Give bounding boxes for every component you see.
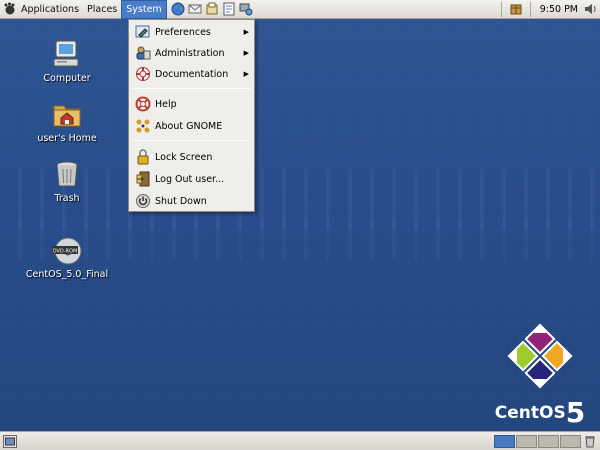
panel-separator bbox=[500, 1, 502, 17]
menu-item-preferences[interactable]: Preferences ▶ bbox=[129, 22, 254, 42]
help-icon bbox=[135, 96, 151, 112]
logout-icon bbox=[136, 171, 150, 187]
lock-icon bbox=[137, 149, 149, 165]
submenu-arrow-icon: ▶ bbox=[243, 70, 249, 78]
administration-icon bbox=[136, 46, 151, 60]
menu-separator bbox=[133, 88, 250, 89]
preferences-icon bbox=[135, 25, 150, 38]
menu-item-label: Log Out user... bbox=[155, 173, 225, 185]
menu-applications[interactable]: Applications bbox=[17, 0, 83, 19]
workspace-switcher bbox=[494, 434, 581, 448]
menu-item-label: Lock Screen bbox=[155, 151, 213, 163]
menu-item-shut-down[interactable]: Shut Down bbox=[129, 191, 254, 211]
desktop-icon-label: Computer bbox=[43, 73, 91, 84]
gnome-icon bbox=[136, 119, 150, 133]
submenu-arrow-icon: ▶ bbox=[243, 28, 249, 36]
show-desktop-icon[interactable] bbox=[3, 434, 17, 448]
centos-logo-mark bbox=[507, 323, 573, 389]
shutdown-icon bbox=[136, 194, 150, 208]
desktop-icon-label: Trash bbox=[54, 193, 80, 204]
menu-item-label: Help bbox=[155, 98, 177, 110]
menu-item-label: Documentation bbox=[155, 68, 229, 80]
workspace-1[interactable] bbox=[494, 434, 515, 448]
menu-item-lock-screen[interactable]: Lock Screen bbox=[129, 147, 254, 167]
menu-item-documentation[interactable]: Documentation ▶ bbox=[129, 64, 254, 84]
trash-icon bbox=[56, 161, 78, 187]
notes-icon[interactable] bbox=[222, 2, 237, 17]
menu-item-label: About GNOME bbox=[155, 120, 223, 132]
computer-icon bbox=[53, 40, 79, 67]
menu-separator bbox=[133, 140, 250, 141]
desktop-icon-label: CentOS_5.0_Final bbox=[25, 269, 109, 280]
menu-system[interactable]: System bbox=[121, 0, 167, 19]
menu-places[interactable]: Places bbox=[83, 0, 121, 19]
menu-item-log-out[interactable]: Log Out user... bbox=[129, 169, 254, 189]
top-panel: Applications Places System 9:50 PM bbox=[0, 0, 600, 19]
volume-icon[interactable] bbox=[583, 2, 597, 16]
desktop-icon-label: user's Home bbox=[37, 133, 97, 144]
home-folder-icon bbox=[53, 105, 81, 127]
desktop-icon-home[interactable]: user's Home bbox=[22, 98, 112, 144]
documentation-icon bbox=[136, 67, 150, 81]
workspace-3[interactable] bbox=[538, 434, 559, 448]
brand-version: 5 bbox=[565, 396, 586, 429]
desktop-icon-computer[interactable]: Computer bbox=[22, 38, 112, 84]
panel-separator bbox=[529, 1, 531, 17]
web-browser-icon[interactable] bbox=[171, 2, 186, 17]
office-icon[interactable] bbox=[205, 2, 220, 17]
bottom-panel bbox=[0, 431, 600, 450]
menu-item-label: Preferences bbox=[155, 26, 211, 38]
menu-item-administration[interactable]: Administration ▶ bbox=[129, 43, 254, 63]
trash-applet-icon[interactable] bbox=[584, 435, 596, 448]
workspace-2[interactable] bbox=[516, 434, 537, 448]
menu-item-label: Shut Down bbox=[155, 195, 207, 207]
workspace-4[interactable] bbox=[560, 434, 581, 448]
desktop-icon-trash[interactable]: Trash bbox=[22, 158, 112, 204]
launcher-group bbox=[171, 2, 254, 17]
brand-name: CentOS bbox=[494, 403, 566, 423]
submenu-arrow-icon: ▶ bbox=[243, 49, 249, 57]
centos-wordmark: CentOS5 bbox=[490, 396, 590, 429]
centos-logo: CentOS5 bbox=[490, 320, 590, 430]
menu-item-label: Administration bbox=[155, 47, 225, 59]
menu-item-about-gnome[interactable]: About GNOME bbox=[129, 116, 254, 136]
notification-area: 9:50 PM bbox=[498, 0, 600, 19]
menu-item-help[interactable]: Help bbox=[129, 94, 254, 114]
package-updater-icon[interactable] bbox=[509, 2, 523, 16]
desktop-icon-dvd[interactable]: DVD-ROM CentOS_5.0_Final bbox=[22, 234, 112, 280]
gnome-foot-icon bbox=[4, 2, 15, 15]
dvd-icon: DVD-ROM bbox=[52, 237, 82, 265]
dvd-badge-text: DVD-ROM bbox=[53, 249, 78, 255]
network-icon[interactable] bbox=[239, 2, 254, 17]
email-icon[interactable] bbox=[188, 2, 203, 17]
system-menu: Preferences ▶ Administration ▶ Documenta… bbox=[128, 19, 255, 212]
panel-clock[interactable]: 9:50 PM bbox=[534, 4, 583, 15]
